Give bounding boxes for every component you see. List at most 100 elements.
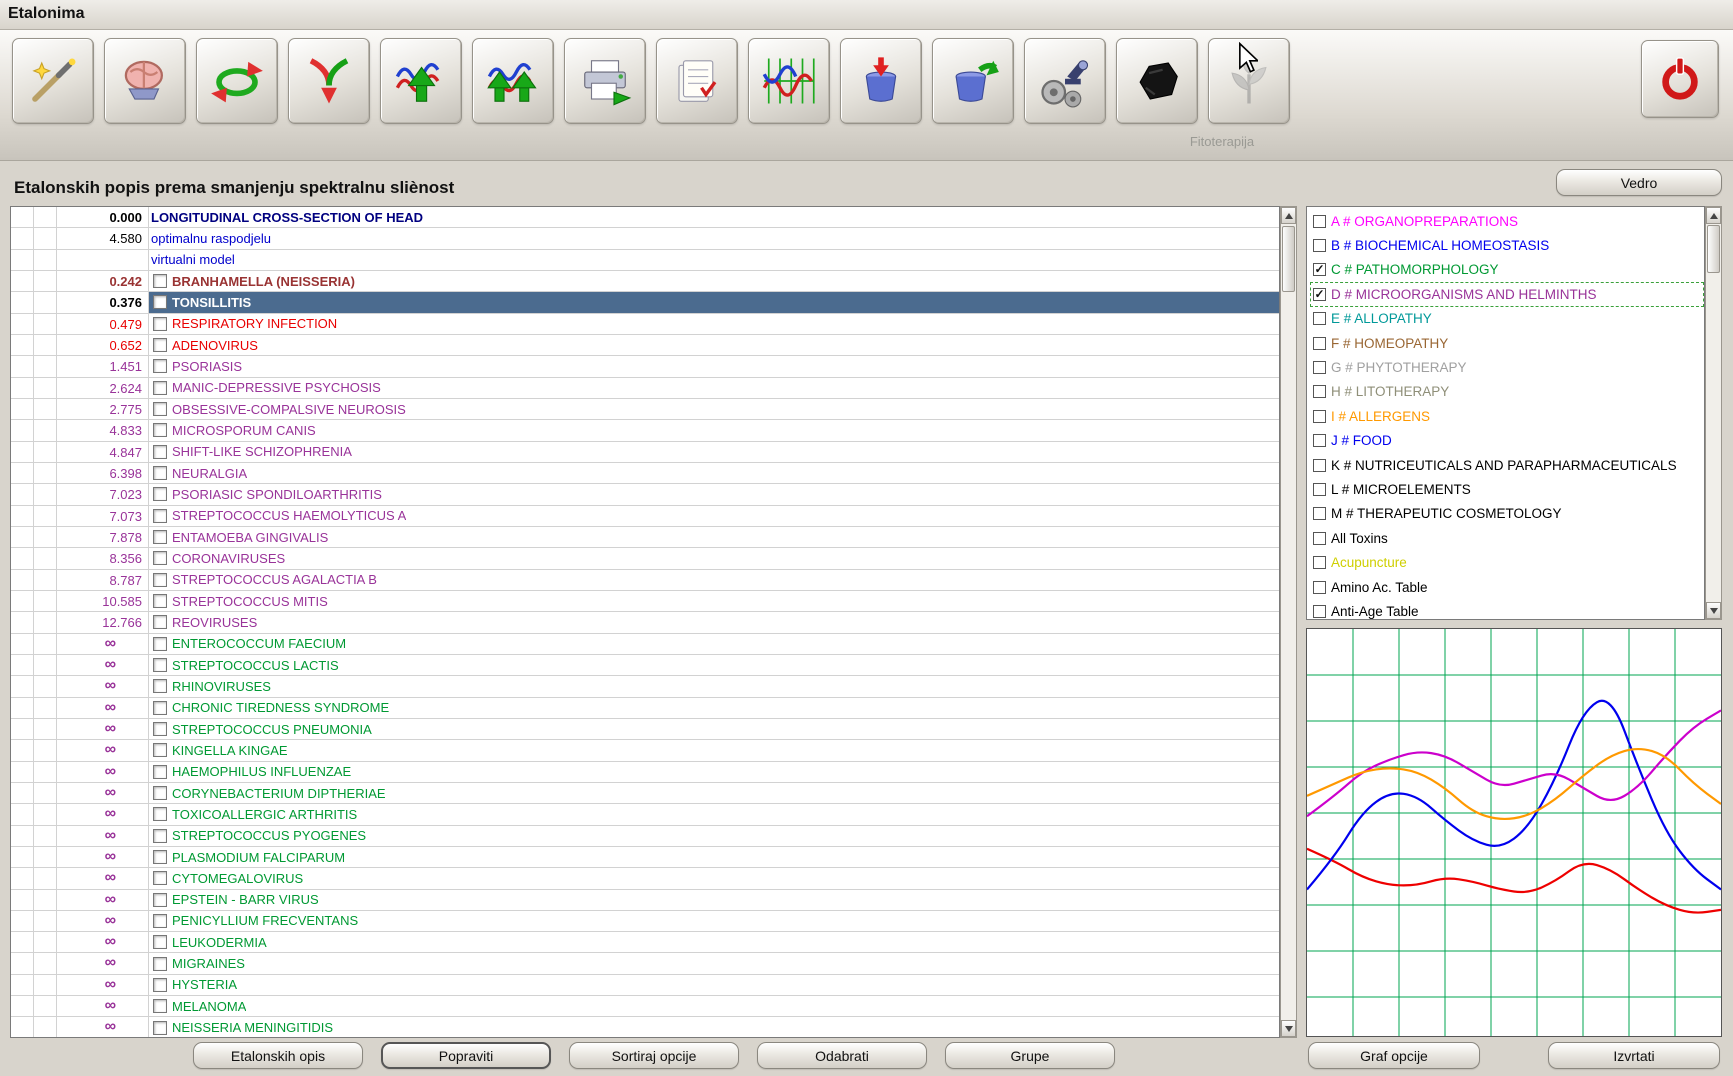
category-item[interactable]: B # BIOCHEMICAL HOMEOSTASIS xyxy=(1310,233,1704,257)
category-checkbox[interactable] xyxy=(1313,604,1326,618)
etalon-row[interactable]: ∞ CHRONIC TIREDNESS SYNDROME xyxy=(11,697,1279,719)
category-checkbox[interactable] xyxy=(1313,531,1326,545)
popraviti-button[interactable]: Popraviti xyxy=(381,1042,551,1069)
etalon-row[interactable]: 7.878 ENTAMOEBA GINGIVALIS xyxy=(11,526,1279,549)
category-checkbox[interactable]: ✓ xyxy=(1313,263,1326,277)
etalon-row[interactable]: 0.652 ADENOVIRUS xyxy=(11,334,1279,357)
category-checkbox[interactable]: ✓ xyxy=(1313,287,1326,301)
etalon-row[interactable]: 12.766 REOVIRUSES xyxy=(11,612,1279,634)
split-arrows-button[interactable] xyxy=(288,38,370,124)
etalon-row[interactable]: 2.624 MANIC-DEPRESSIVE PSYCHOSIS xyxy=(11,377,1279,399)
bucket-out-button[interactable] xyxy=(932,38,1014,124)
category-item[interactable]: E # ALLOPATHY xyxy=(1310,307,1704,331)
category-item[interactable]: K # NUTRICEUTICALS AND PARAPHARMACEUTICA… xyxy=(1310,453,1704,477)
scroll-up-button[interactable] xyxy=(1706,207,1721,224)
category-item[interactable]: Amino Ac. Table xyxy=(1310,575,1704,599)
category-item[interactable]: ✓ D # MICROORGANISMS AND HELMINTHS xyxy=(1310,282,1704,307)
etalonskih-opis-button[interactable]: Etalonskih opis xyxy=(193,1042,363,1069)
row-checkbox[interactable] xyxy=(153,551,167,566)
etalon-row[interactable]: 1.451 PSORIASIS xyxy=(11,356,1279,378)
row-checkbox[interactable] xyxy=(153,786,167,801)
row-checkbox[interactable] xyxy=(153,1020,167,1035)
spectrum-button[interactable] xyxy=(748,38,830,124)
etalon-row[interactable]: ∞ KINGELLA KINGAE xyxy=(11,740,1279,762)
etalon-row[interactable]: ∞ STREPTOCOCCUS PNEUMONIA xyxy=(11,718,1279,741)
scrollbar-thumb[interactable] xyxy=(1282,226,1295,292)
row-checkbox[interactable] xyxy=(153,807,167,822)
etalon-row[interactable]: ∞ HAEMOPHILUS INFLUENZAE xyxy=(11,761,1279,783)
row-checkbox[interactable] xyxy=(153,295,167,310)
row-checkbox[interactable] xyxy=(153,359,167,374)
etalon-row[interactable]: ∞ NEISSERIA MENINGITIDIS xyxy=(11,1017,1279,1037)
etalon-row[interactable]: 0.242 BRANHAMELLA (NEISSERIA) xyxy=(11,270,1279,293)
category-checkbox[interactable] xyxy=(1313,458,1326,472)
magic-wand-button[interactable] xyxy=(12,38,94,124)
etalon-row[interactable]: ∞ ENTEROCOCCUM FAECIUM xyxy=(11,633,1279,655)
row-checkbox[interactable] xyxy=(153,402,167,417)
category-item[interactable]: ✓ C # PATHOMORPHOLOGY xyxy=(1310,258,1704,282)
etalon-row[interactable]: ∞ CORYNEBACTERIUM DIPTHERIAE xyxy=(11,782,1279,805)
vedro-button[interactable]: Vedro xyxy=(1556,169,1722,196)
row-checkbox[interactable] xyxy=(153,508,167,523)
etalon-row[interactable]: 4.833 MICROSPORUM CANIS xyxy=(11,420,1279,442)
row-checkbox[interactable] xyxy=(153,700,167,715)
etalon-row[interactable]: virtualni model xyxy=(11,249,1279,271)
graph-export-all-button[interactable] xyxy=(472,38,554,124)
row-checkbox[interactable] xyxy=(153,764,167,779)
etalon-row[interactable]: 4.580 optimalnu raspodjelu xyxy=(11,228,1279,250)
etalon-row[interactable]: 2.775 OBSESSIVE-COMPALSIVE NEUROSIS xyxy=(11,398,1279,421)
category-list-scrollbar[interactable] xyxy=(1705,206,1722,620)
etalon-row[interactable]: 4.847 SHIFT-LIKE SCHIZOPHRENIA xyxy=(11,441,1279,463)
row-checkbox[interactable] xyxy=(153,530,167,545)
row-checkbox[interactable] xyxy=(153,828,167,843)
row-checkbox[interactable] xyxy=(153,615,167,630)
etalon-row[interactable]: ∞ MIGRAINES xyxy=(11,953,1279,975)
etalon-row[interactable]: ∞ PLASMODIUM FALCIPARUM xyxy=(11,846,1279,869)
category-checkbox[interactable] xyxy=(1313,385,1326,399)
category-item[interactable]: I # ALLERGENS xyxy=(1310,404,1704,428)
row-checkbox[interactable] xyxy=(153,935,167,950)
category-item[interactable]: G # PHYTOTHERAPY xyxy=(1310,355,1704,379)
category-checkbox[interactable] xyxy=(1313,507,1326,521)
category-checkbox[interactable] xyxy=(1313,434,1326,448)
row-checkbox[interactable] xyxy=(153,977,167,992)
row-checkbox[interactable] xyxy=(153,274,167,289)
row-checkbox[interactable] xyxy=(153,892,167,907)
card-index-button[interactable] xyxy=(656,38,738,124)
etalon-row[interactable]: ∞ TOXICOALLERGIC ARTHRITIS xyxy=(11,804,1279,826)
scroll-up-button[interactable] xyxy=(1281,207,1296,224)
row-checkbox[interactable] xyxy=(153,722,167,737)
graph-export-button[interactable] xyxy=(380,38,462,124)
etalon-row[interactable]: ∞ MELANOMA xyxy=(11,996,1279,1018)
category-checkbox[interactable] xyxy=(1313,580,1326,594)
izvrtati-button[interactable]: Izvrtati xyxy=(1548,1042,1720,1069)
category-item[interactable]: H # LITOTHERAPY xyxy=(1310,380,1704,404)
row-checkbox[interactable] xyxy=(153,572,167,587)
category-item[interactable]: L # MICROELEMENTS xyxy=(1310,477,1704,501)
category-checkbox[interactable] xyxy=(1313,239,1326,253)
category-item[interactable]: Anti-Age Table xyxy=(1310,599,1704,619)
graf-opcije-button[interactable]: Graf opcije xyxy=(1308,1042,1480,1069)
etalon-row[interactable]: 8.787 STREPTOCOCCUS AGALACTIA B xyxy=(11,569,1279,591)
category-checkbox[interactable] xyxy=(1313,312,1326,326)
category-item[interactable]: M # THERAPEUTIC COSMETOLOGY xyxy=(1310,502,1704,526)
scrollbar-thumb[interactable] xyxy=(1707,225,1720,273)
etalon-row[interactable]: 7.073 STREPTOCOCCUS HAEMOLYTICUS A xyxy=(11,505,1279,527)
row-checkbox[interactable] xyxy=(153,594,167,609)
grupe-button[interactable]: Grupe xyxy=(945,1042,1115,1069)
category-checkbox[interactable] xyxy=(1313,336,1326,350)
row-checkbox[interactable] xyxy=(153,679,167,694)
printer-button[interactable] xyxy=(564,38,646,124)
exit-button[interactable] xyxy=(1641,40,1719,118)
stone-button[interactable] xyxy=(1116,38,1198,124)
category-item[interactable]: All Toxins xyxy=(1310,526,1704,550)
bucket-in-button[interactable] xyxy=(840,38,922,124)
row-checkbox[interactable] xyxy=(153,444,167,459)
row-checkbox[interactable] xyxy=(153,743,167,758)
etalon-row[interactable]: ∞ STREPTOCOCCUS LACTIS xyxy=(11,654,1279,677)
etalon-row[interactable]: ∞ STREPTOCOCCUS PYOGENES xyxy=(11,825,1279,847)
row-checkbox[interactable] xyxy=(153,423,167,438)
sortiraj-opcije-button[interactable]: Sortiraj opcije xyxy=(569,1042,739,1069)
row-checkbox[interactable] xyxy=(153,999,167,1014)
etalon-row[interactable]: ∞ RHINOVIRUSES xyxy=(11,676,1279,698)
